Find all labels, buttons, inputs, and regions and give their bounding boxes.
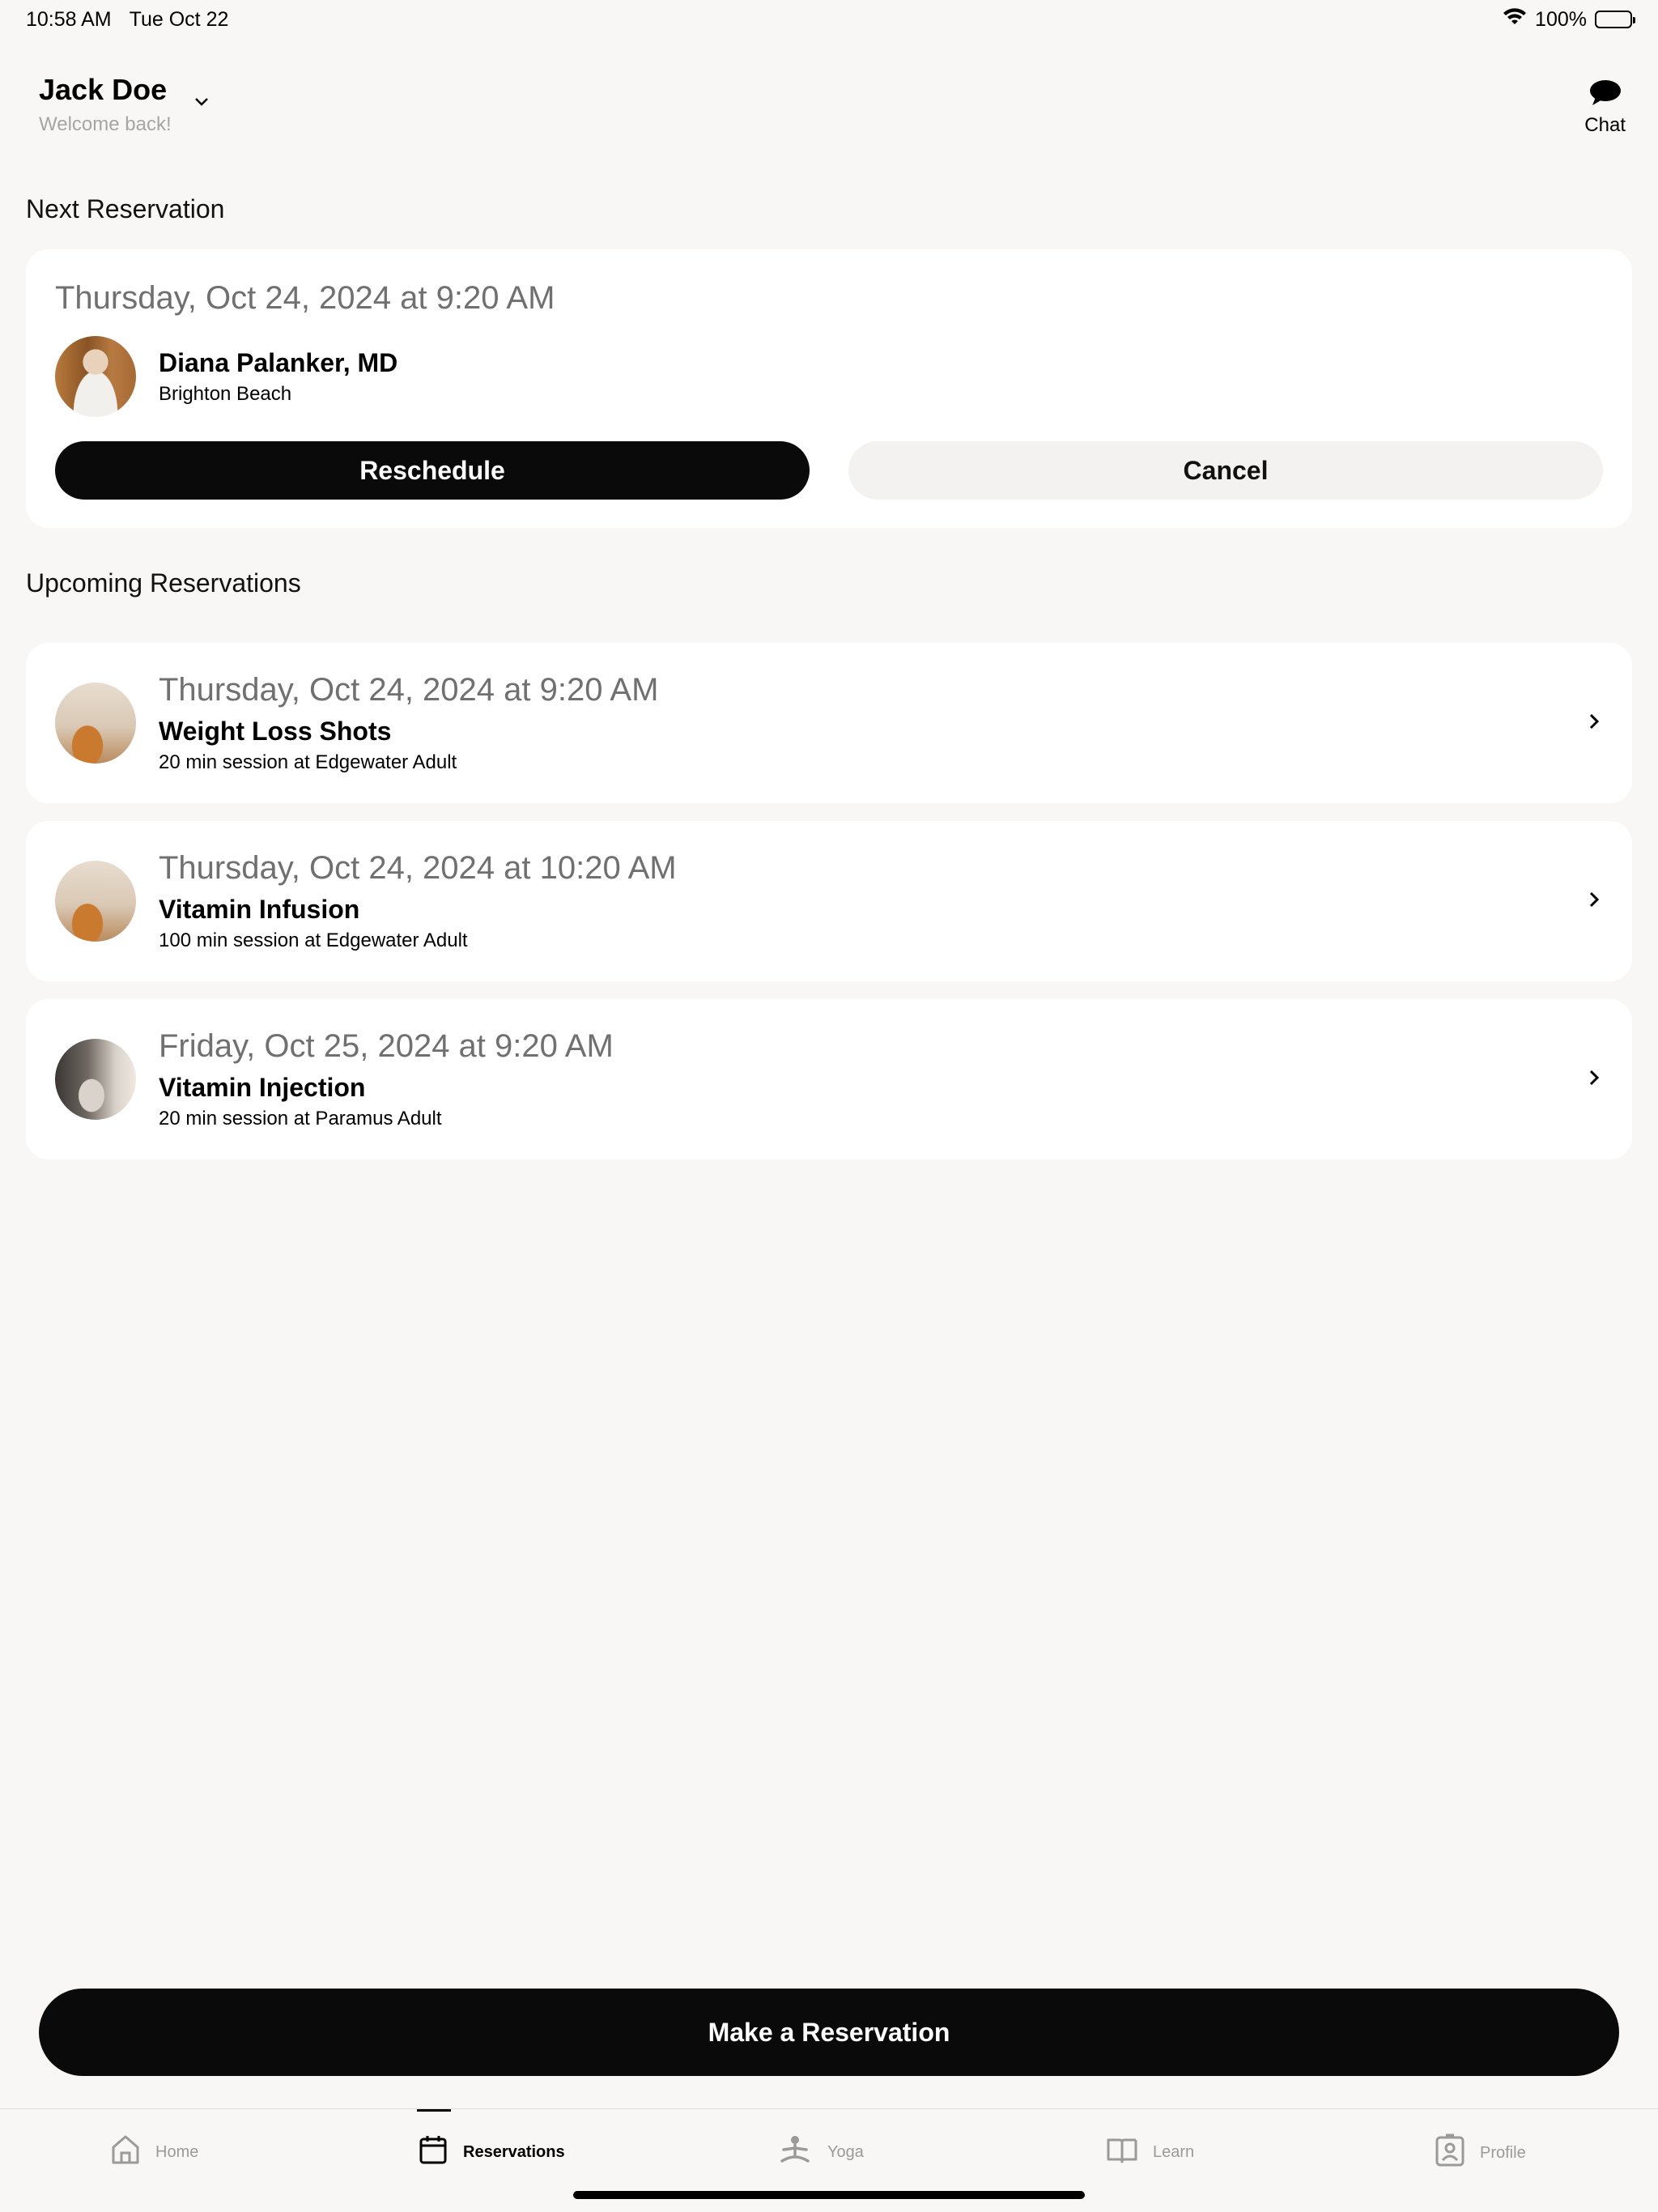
location-thumbnail bbox=[55, 861, 136, 942]
user-name: Jack Doe bbox=[39, 73, 168, 106]
chevron-right-icon bbox=[1588, 887, 1600, 915]
reschedule-button[interactable]: Reschedule bbox=[55, 441, 810, 500]
next-reservation-card: Thursday, Oct 24, 2024 at 9:20 AM Diana … bbox=[26, 249, 1632, 528]
provider-location: Brighton Beach bbox=[159, 382, 292, 405]
wifi-icon bbox=[1503, 7, 1527, 32]
user-switcher[interactable]: Jack Doe Welcome back! bbox=[39, 73, 209, 146]
reservation-list-item[interactable]: Thursday, Oct 24, 2024 at 10:20 AM Vitam… bbox=[26, 821, 1632, 981]
book-icon bbox=[1106, 2133, 1138, 2171]
provider-name: Diana Palanker, MD bbox=[159, 347, 398, 377]
status-bar: 10:58 AM Tue Oct 22 100% bbox=[0, 0, 1658, 39]
provider-row: Diana Palanker, MD Brighton Beach bbox=[55, 336, 1603, 417]
next-reservation-actions: Reschedule Cancel bbox=[55, 441, 1603, 500]
status-date: Tue Oct 22 bbox=[129, 7, 229, 31]
next-reservation-heading: Next Reservation bbox=[26, 194, 225, 223]
reservation-subtitle: 20 min session at Edgewater Adult bbox=[159, 751, 457, 773]
tab-label: Learn bbox=[1153, 2142, 1195, 2161]
reservation-datetime: Thursday, Oct 24, 2024 at 9:20 AM bbox=[159, 672, 659, 708]
calendar-icon bbox=[418, 2133, 449, 2171]
reservation-list-item[interactable]: Thursday, Oct 24, 2024 at 9:20 AM Weight… bbox=[26, 643, 1632, 803]
tab-label: Reservations bbox=[463, 2142, 565, 2161]
tab-label: Profile bbox=[1480, 2143, 1526, 2162]
provider-avatar bbox=[55, 336, 136, 417]
home-icon bbox=[110, 2133, 141, 2171]
reservation-datetime: Friday, Oct 25, 2024 at 9:20 AM bbox=[159, 1028, 614, 1064]
next-reservation-datetime: Thursday, Oct 24, 2024 at 9:20 AM bbox=[55, 280, 555, 316]
header: Jack Doe Welcome back! Chat bbox=[39, 73, 1626, 146]
upcoming-reservations-heading: Upcoming Reservations bbox=[26, 568, 301, 598]
battery-percent: 100% bbox=[1535, 7, 1587, 31]
tab-yoga[interactable]: Yoga bbox=[777, 2133, 864, 2171]
chat-button[interactable]: Chat bbox=[1584, 79, 1626, 146]
reservation-subtitle: 20 min session at Paramus Adult bbox=[159, 1108, 442, 1129]
reservation-title: Vitamin Injection bbox=[159, 1073, 366, 1102]
tab-home[interactable]: Home bbox=[110, 2133, 198, 2171]
reservation-title: Vitamin Infusion bbox=[159, 895, 360, 924]
tab-reservations[interactable]: Reservations bbox=[418, 2133, 565, 2171]
cancel-button[interactable]: Cancel bbox=[848, 441, 1603, 500]
tab-label: Yoga bbox=[827, 2142, 864, 2161]
chevron-right-icon bbox=[1588, 1066, 1600, 1093]
battery-icon bbox=[1595, 11, 1635, 28]
location-thumbnail bbox=[55, 1039, 136, 1120]
reservation-datetime: Thursday, Oct 24, 2024 at 10:20 AM bbox=[159, 850, 677, 886]
yoga-icon bbox=[777, 2133, 813, 2171]
reservation-list-item[interactable]: Friday, Oct 25, 2024 at 9:20 AM Vitamin … bbox=[26, 999, 1632, 1159]
status-time: 10:58 AM bbox=[26, 7, 112, 31]
make-reservation-button[interactable]: Make a Reservation bbox=[39, 1989, 1619, 2076]
status-right: 100% bbox=[1503, 7, 1635, 32]
status-left: 10:58 AM Tue Oct 22 bbox=[26, 8, 228, 32]
tab-label: Home bbox=[155, 2142, 199, 2161]
chat-label: Chat bbox=[1584, 114, 1626, 136]
chevron-right-icon bbox=[1588, 709, 1600, 737]
home-indicator bbox=[573, 2191, 1085, 2199]
active-tab-indicator bbox=[417, 2109, 451, 2112]
chat-bubble-icon bbox=[1589, 79, 1622, 111]
profile-icon bbox=[1435, 2133, 1465, 2172]
chevron-down-icon[interactable] bbox=[194, 91, 209, 112]
welcome-text: Welcome back! bbox=[39, 113, 172, 135]
reservation-subtitle: 100 min session at Edgewater Adult bbox=[159, 929, 468, 951]
tab-learn[interactable]: Learn bbox=[1106, 2133, 1194, 2171]
location-thumbnail bbox=[55, 683, 136, 764]
reservation-title: Weight Loss Shots bbox=[159, 717, 392, 746]
tab-profile[interactable]: Profile bbox=[1435, 2133, 1526, 2172]
